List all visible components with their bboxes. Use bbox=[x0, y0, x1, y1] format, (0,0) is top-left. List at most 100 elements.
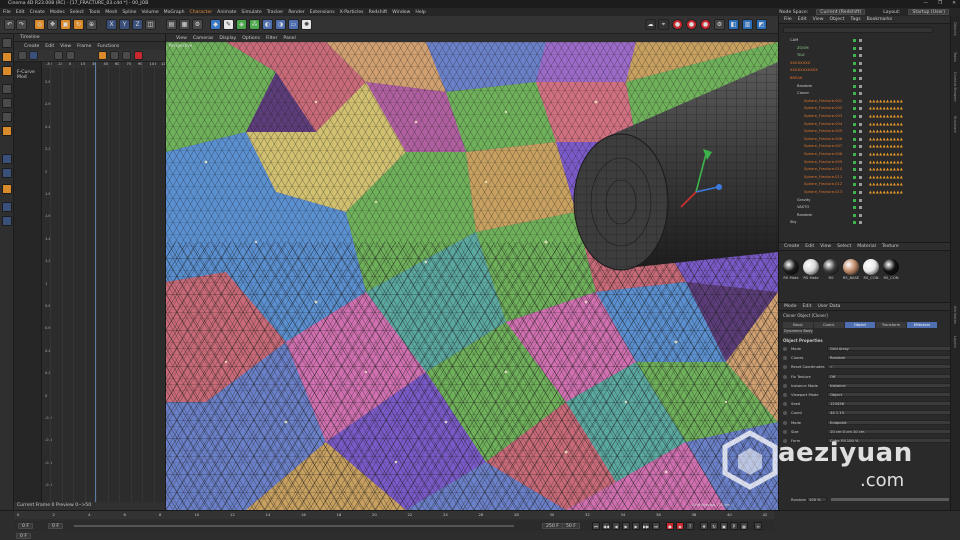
mm-menu-create[interactable]: Create bbox=[784, 244, 799, 249]
object-row[interactable]: Sphere_Fracture.009 ▲▲▲▲▲▲▲▲▲▲ bbox=[779, 160, 945, 165]
prev-key-icon[interactable]: ◀◀ bbox=[602, 522, 610, 530]
menu-create[interactable]: Create bbox=[30, 10, 45, 15]
menu-spline[interactable]: Spline bbox=[122, 10, 136, 15]
scale-icon[interactable]: ▣ bbox=[60, 19, 71, 30]
object-name[interactable]: Cloner bbox=[797, 91, 809, 96]
key-mode-icon[interactable] bbox=[18, 51, 27, 60]
object-name[interactable]: BREAK bbox=[790, 76, 802, 81]
object-name[interactable]: XXXXXXXXXXX bbox=[790, 68, 818, 73]
object-name[interactable]: Sphere_Fracture.012 bbox=[804, 182, 842, 187]
render-toggle[interactable] bbox=[859, 92, 862, 96]
material-swatch[interactable] bbox=[863, 259, 879, 275]
frame-all-icon[interactable] bbox=[54, 51, 63, 60]
menu-xparticles[interactable]: X-Particles bbox=[340, 10, 364, 15]
attribute-value[interactable]: Random bbox=[827, 355, 951, 361]
axis-x-icon[interactable]: X bbox=[106, 19, 117, 30]
timeline-menu-view[interactable]: View bbox=[60, 44, 71, 49]
dock-tab-structure[interactable]: Structure bbox=[953, 116, 957, 133]
object-row[interactable]: Gravity bbox=[779, 198, 945, 203]
visibility-toggle[interactable] bbox=[853, 107, 856, 111]
next-frame-icon[interactable]: ▶ bbox=[632, 522, 640, 530]
menu-mograph[interactable]: MoGraph bbox=[164, 10, 185, 15]
object-name[interactable]: VASTO bbox=[797, 205, 809, 210]
viewport-menu-view[interactable]: View bbox=[176, 36, 187, 41]
tag-icons[interactable]: ▲▲▲▲▲▲▲▲▲▲ bbox=[869, 106, 903, 111]
goto-start-icon[interactable]: ⏮ bbox=[592, 522, 600, 530]
cloner-icon[interactable]: ⁂ bbox=[249, 19, 260, 30]
goto-end-icon[interactable]: ⏭ bbox=[652, 522, 660, 530]
keyframe-dot-icon[interactable] bbox=[783, 347, 787, 351]
visibility-toggle[interactable] bbox=[853, 54, 856, 58]
move-icon[interactable]: ✥ bbox=[47, 19, 58, 30]
key-rotation-icon[interactable]: ↻ bbox=[710, 522, 718, 530]
object-name[interactable]: Sphere_Fracture.010 bbox=[804, 167, 842, 172]
dock-tab-attributes[interactable]: Attributes bbox=[953, 306, 957, 324]
key-pla-icon[interactable]: ▦ bbox=[740, 522, 748, 530]
pen-icon[interactable]: ✎ bbox=[223, 19, 234, 30]
tag-icons[interactable]: ▲▲▲▲▲▲▲▲▲▲ bbox=[869, 99, 903, 104]
object-row[interactable]: Random bbox=[779, 213, 945, 218]
dock-tab-takes[interactable]: Takes bbox=[953, 52, 957, 62]
menu-modes[interactable]: Modes bbox=[50, 10, 65, 15]
render-picture-viewer-icon[interactable]: ▦ bbox=[179, 19, 190, 30]
redo-icon[interactable]: ↷ bbox=[16, 19, 27, 30]
tag-icons[interactable]: ▲▲▲▲▲▲▲▲▲▲ bbox=[869, 182, 903, 187]
attribute-value[interactable]: ✓ bbox=[827, 364, 951, 370]
menu-extensions[interactable]: Extensions bbox=[310, 10, 335, 15]
tag-icons[interactable]: ▲▲▲▲▲▲▲▲▲▲ bbox=[869, 175, 903, 180]
visibility-toggle[interactable] bbox=[853, 46, 856, 50]
fcurve-mode-icon[interactable] bbox=[29, 51, 38, 60]
om-menu-edit[interactable]: Edit bbox=[798, 17, 807, 22]
visibility-toggle[interactable] bbox=[853, 77, 856, 80]
undo-icon[interactable]: ↶ bbox=[4, 19, 15, 30]
object-name[interactable]: Sphere_Fracture.002 bbox=[804, 106, 842, 111]
play-icon[interactable]: ▶ bbox=[622, 522, 630, 530]
timeline-menu-icon[interactable]: ≡ bbox=[754, 522, 762, 530]
tab-effectors[interactable]: Effectors bbox=[907, 322, 937, 328]
am-menu-userdata[interactable]: User Data bbox=[817, 304, 840, 309]
tag-icons[interactable]: ▲▲▲▲▲▲▲▲▲▲ bbox=[869, 129, 903, 134]
render-view-icon[interactable]: ▤ bbox=[166, 19, 177, 30]
attribute-value[interactable]: 44 1 15 bbox=[827, 410, 951, 416]
prev-frame-icon[interactable]: ◀ bbox=[612, 522, 620, 530]
fcurve-graph[interactable]: -30-150153045607590105120 2.82.62.42.221… bbox=[42, 62, 165, 502]
visibility-toggle[interactable] bbox=[853, 99, 856, 103]
object-row[interactable]: Sphere_Fracture.011 ▲▲▲▲▲▲▲▲▲▲ bbox=[779, 175, 945, 180]
transform-icon[interactable]: ⊕ bbox=[86, 19, 97, 30]
object-name[interactable]: Sphere_Fracture.006 bbox=[804, 137, 842, 142]
object-row[interactable]: Sky bbox=[779, 220, 945, 225]
visibility-toggle[interactable] bbox=[853, 213, 856, 217]
dock-tab-content-browser[interactable]: Content Browser bbox=[953, 72, 957, 102]
points-mode-icon[interactable] bbox=[2, 84, 12, 94]
render-toggle[interactable] bbox=[859, 213, 862, 217]
timeline-frame-ruler[interactable]: -30-150153045607590105120 bbox=[42, 62, 165, 68]
viewport-menu-options[interactable]: Options bbox=[242, 36, 260, 41]
menu-help[interactable]: Help bbox=[415, 10, 425, 15]
render-toggle[interactable] bbox=[859, 137, 862, 141]
object-row[interactable]: Sphere_Fracture.002 ▲▲▲▲▲▲▲▲▲▲ bbox=[779, 106, 945, 111]
light-icon[interactable]: ✺ bbox=[301, 19, 312, 30]
om-menu-bookmarks[interactable]: Bookmarks bbox=[867, 17, 893, 22]
object-search-field[interactable] bbox=[783, 27, 933, 33]
render-toggle[interactable] bbox=[859, 39, 862, 42]
render-toggle[interactable] bbox=[859, 221, 862, 225]
material-swatch[interactable] bbox=[783, 259, 799, 275]
menu-tracker[interactable]: Tracker bbox=[267, 10, 284, 15]
keyframe-dot-icon[interactable] bbox=[783, 402, 787, 407]
object-row[interactable]: Random bbox=[779, 84, 945, 89]
timeline-playhead[interactable] bbox=[95, 62, 96, 502]
cube-icon[interactable]: ◆ bbox=[210, 19, 221, 30]
edges-mode-icon[interactable] bbox=[2, 98, 12, 108]
viewport-perspective[interactable]: View Cameras Display Options Filter Pane… bbox=[166, 34, 778, 510]
viewport-menu-filter[interactable]: Filter bbox=[266, 36, 277, 41]
attribute-value[interactable]: Off bbox=[827, 373, 951, 379]
render-toggle[interactable] bbox=[859, 183, 862, 187]
menu-window[interactable]: Window bbox=[392, 10, 410, 15]
attribute-value[interactable]: Instance bbox=[827, 382, 951, 388]
visibility-toggle[interactable] bbox=[853, 198, 856, 202]
layout-select[interactable]: Startup (User) bbox=[908, 9, 949, 15]
menu-tools[interactable]: Tools bbox=[89, 10, 100, 15]
menu-character[interactable]: Character bbox=[189, 10, 212, 15]
render-toggle[interactable] bbox=[859, 198, 862, 202]
key-scale-icon[interactable]: ▣ bbox=[720, 522, 728, 530]
